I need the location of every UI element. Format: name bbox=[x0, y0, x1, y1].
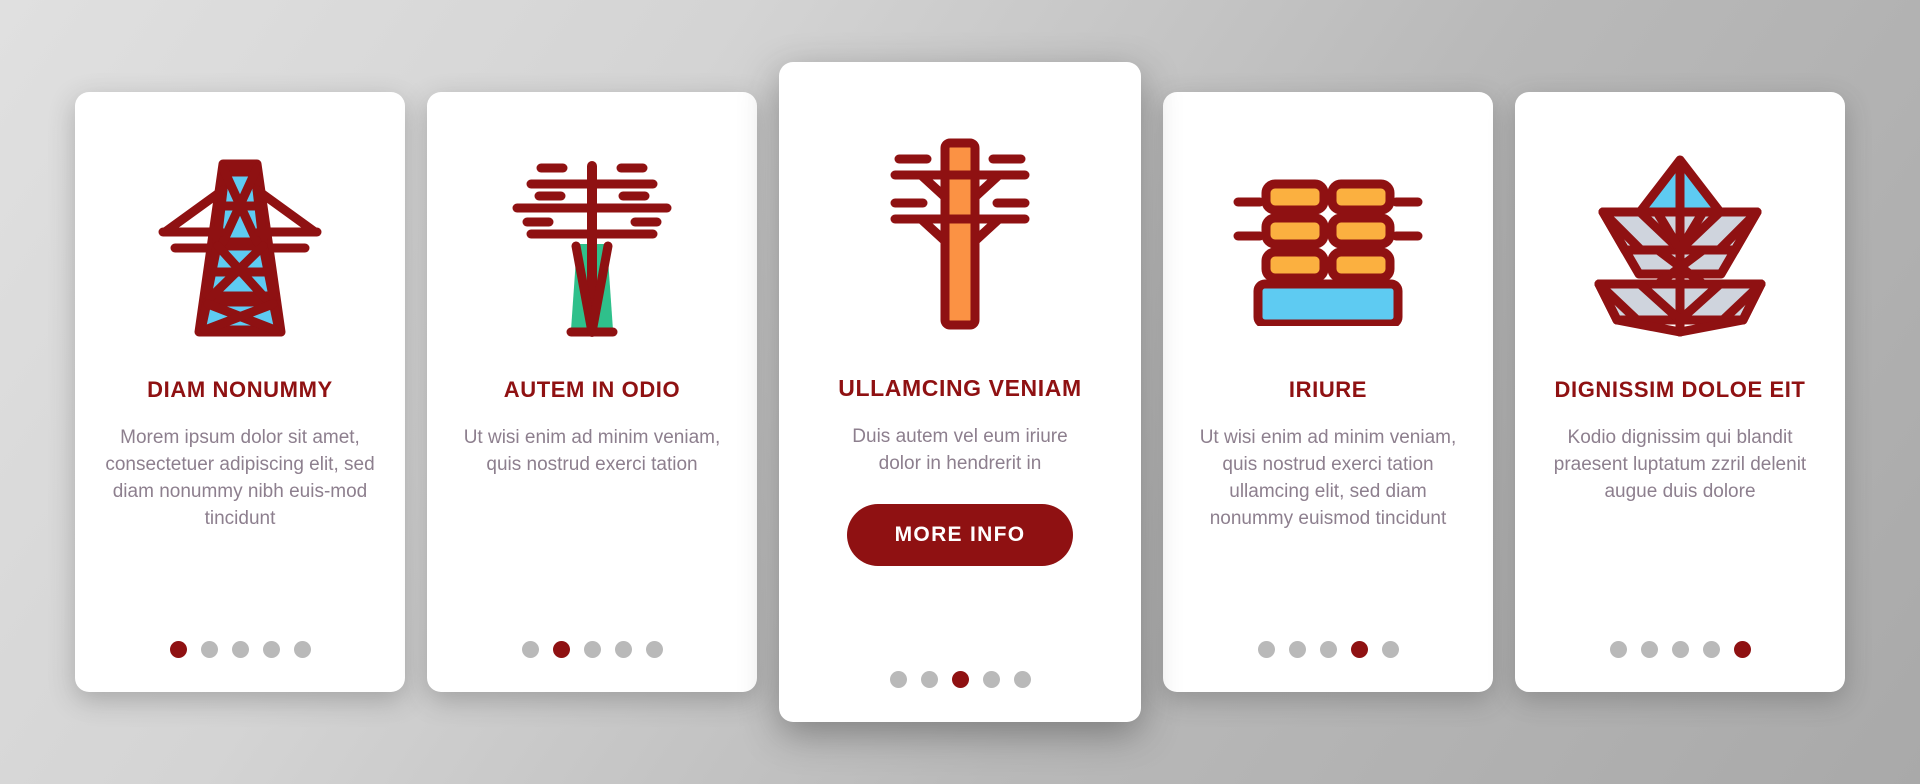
pagination-dot-1[interactable] bbox=[169, 641, 187, 658]
pagination-dot-3[interactable] bbox=[951, 671, 969, 688]
pagination-dot-1[interactable] bbox=[1609, 641, 1627, 658]
card-1-pagination[interactable] bbox=[75, 641, 405, 658]
card-3-pagination[interactable] bbox=[779, 671, 1141, 688]
onboarding-card-2[interactable]: AUTEM IN ODIO Ut wisi enim ad minim veni… bbox=[427, 92, 757, 692]
pagination-dot-4[interactable] bbox=[614, 641, 632, 658]
pagination-dot-3[interactable] bbox=[231, 641, 249, 658]
transmission-tower-icon bbox=[145, 146, 335, 346]
lattice-tower-icon bbox=[1585, 146, 1775, 346]
pagination-dot-4[interactable] bbox=[1702, 641, 1720, 658]
onboarding-card-row: DIAM NONUMMY Morem ipsum dolor sit amet,… bbox=[0, 0, 1920, 784]
insulator-stack-icon bbox=[1228, 166, 1428, 326]
card-2-title: AUTEM IN ODIO bbox=[503, 377, 681, 402]
pagination-dot-3[interactable] bbox=[583, 641, 601, 658]
card-4-icon-wrap bbox=[1185, 128, 1471, 363]
pagination-dot-5[interactable] bbox=[1013, 671, 1031, 688]
card-5-icon-wrap bbox=[1537, 128, 1823, 363]
pagination-dot-4[interactable] bbox=[1350, 641, 1368, 658]
onboarding-card-4[interactable]: IRIURE Ut wisi enim ad minim veniam, qui… bbox=[1163, 92, 1493, 692]
pagination-dot-2[interactable] bbox=[1640, 641, 1658, 658]
pagination-dot-2[interactable] bbox=[552, 641, 570, 658]
pagination-dot-5[interactable] bbox=[1733, 641, 1751, 658]
pagination-dot-2[interactable] bbox=[1288, 641, 1306, 658]
pagination-dot-5[interactable] bbox=[1381, 641, 1399, 658]
card-4-title: IRIURE bbox=[1288, 377, 1368, 402]
card-1-icon-wrap bbox=[97, 128, 383, 363]
card-4-pagination[interactable] bbox=[1163, 641, 1493, 658]
card-1-body: Morem ipsum dolor sit amet, consectetuer… bbox=[105, 427, 375, 529]
card-3-body: Duis autem vel eum iriure dolor in hendr… bbox=[852, 426, 1068, 474]
pagination-dot-5[interactable] bbox=[293, 641, 311, 658]
onboarding-card-3[interactable]: ULLAMCING VENIAM Duis autem vel eum iriu… bbox=[779, 62, 1141, 722]
utility-pole-icon bbox=[865, 129, 1055, 339]
onboarding-card-1[interactable]: DIAM NONUMMY Morem ipsum dolor sit amet,… bbox=[75, 92, 405, 692]
card-2-icon-wrap bbox=[449, 128, 735, 363]
pagination-dot-3[interactable] bbox=[1319, 641, 1337, 658]
pagination-dot-4[interactable] bbox=[982, 671, 1000, 688]
onboarding-card-5[interactable]: DIGNISSIM DOLOE EIT Kodio dignissim qui … bbox=[1515, 92, 1845, 692]
more-info-button[interactable]: MORE INFO bbox=[846, 503, 1074, 566]
pagination-dot-3[interactable] bbox=[1671, 641, 1689, 658]
card-5-body: Kodio dignissim qui blandit praesent lup… bbox=[1553, 427, 1807, 502]
pagination-dot-1[interactable] bbox=[889, 671, 907, 688]
card-3-icon-wrap bbox=[801, 106, 1119, 361]
pagination-dot-1[interactable] bbox=[521, 641, 539, 658]
card-4-body: Ut wisi enim ad minim veniam, quis nostr… bbox=[1199, 427, 1457, 529]
card-1-title: DIAM NONUMMY bbox=[147, 377, 333, 402]
pagination-dot-1[interactable] bbox=[1257, 641, 1275, 658]
pagination-dot-5[interactable] bbox=[645, 641, 663, 658]
pagination-dot-2[interactable] bbox=[200, 641, 218, 658]
pagination-dot-4[interactable] bbox=[262, 641, 280, 658]
card-2-body: Ut wisi enim ad minim veniam, quis nostr… bbox=[463, 427, 721, 475]
card-3-title: ULLAMCING VENIAM bbox=[838, 375, 1082, 401]
card-5-pagination[interactable] bbox=[1515, 641, 1845, 658]
card-2-pagination[interactable] bbox=[427, 641, 757, 658]
power-pylon-icon bbox=[497, 146, 687, 346]
pagination-dot-2[interactable] bbox=[920, 671, 938, 688]
card-5-title: DIGNISSIM DOLOE EIT bbox=[1554, 377, 1806, 402]
